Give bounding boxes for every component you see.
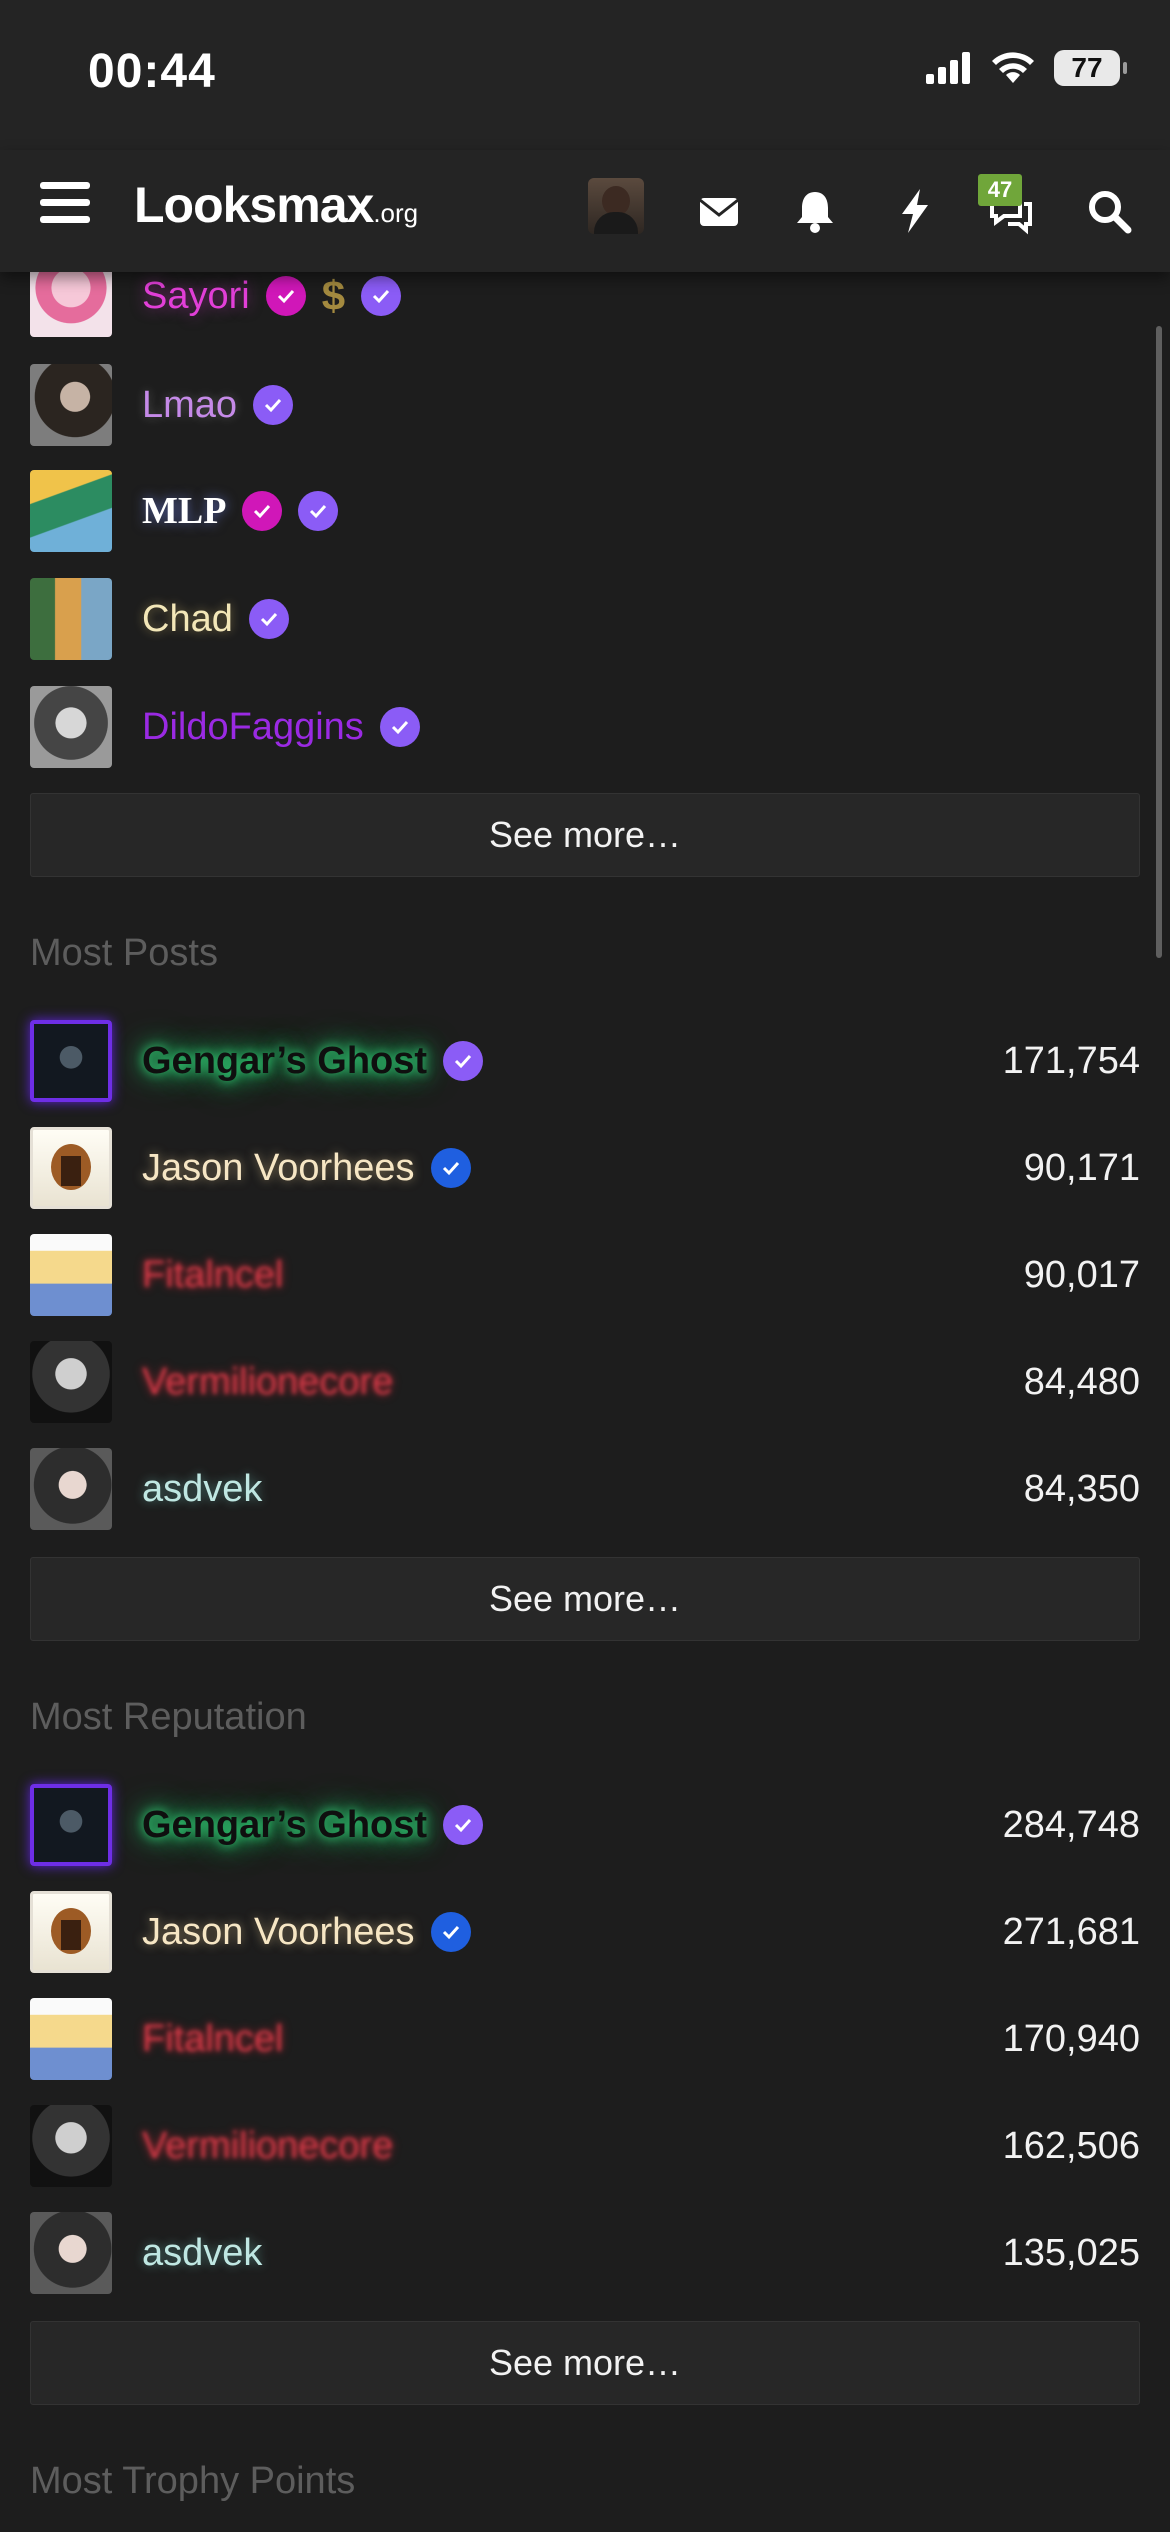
member-name[interactable]: Gengar’s Ghost <box>142 1804 427 1847</box>
bolt-icon[interactable] <box>890 186 940 236</box>
member-stat: 135,025 <box>1002 2231 1140 2274</box>
avatar[interactable] <box>30 1341 112 1423</box>
verified-check-icon <box>379 707 420 747</box>
avatar[interactable] <box>30 2105 112 2187</box>
wifi-icon <box>992 52 1034 83</box>
member-stat: 271,681 <box>1002 1910 1140 1953</box>
verified-check-icon <box>298 491 339 531</box>
member-stat: 84,350 <box>1023 1467 1140 1510</box>
member-name[interactable]: DildoFaggins <box>142 706 364 749</box>
site-logo[interactable]: Looksmax.org <box>134 176 418 234</box>
list-item[interactable]: DildoFaggins <box>30 686 1140 768</box>
avatar[interactable] <box>30 1784 112 1866</box>
list-item[interactable]: Gengar’s Ghost 284,748 <box>30 1784 1140 1866</box>
member-name[interactable]: Jason Voorhees <box>142 1911 415 1954</box>
list-item[interactable]: Vermilionecore 162,506 <box>30 2105 1140 2187</box>
verified-check-icon <box>443 1805 484 1845</box>
verified-check-icon <box>430 1912 471 1952</box>
avatar[interactable] <box>30 686 112 768</box>
member-stat: 90,017 <box>1023 1253 1140 1296</box>
signal-icon <box>926 52 970 84</box>
list-item[interactable]: Fitalncel 170,940 <box>30 1998 1140 2080</box>
list-item[interactable]: asdvek 84,350 <box>30 1448 1140 1530</box>
menu-icon[interactable] <box>40 182 90 232</box>
member-name[interactable]: Gengar’s Ghost <box>142 1040 427 1083</box>
logo-text: Looksmax <box>134 177 374 233</box>
list-item[interactable]: Jason Voorhees 90,171 <box>30 1127 1140 1209</box>
see-more-button[interactable]: See more… <box>30 1557 1140 1641</box>
member-name[interactable]: Fitalncel <box>142 1254 284 1297</box>
list-item[interactable]: Gengar’s Ghost 171,754 <box>30 1020 1140 1102</box>
mail-icon[interactable] <box>694 186 744 236</box>
verified-check-icon <box>361 276 402 316</box>
conversations-badge: 47 <box>978 174 1022 206</box>
verified-check-icon <box>265 276 306 316</box>
list-item[interactable]: Lmao <box>30 364 1140 446</box>
verified-check-icon <box>430 1148 471 1188</box>
list-item[interactable]: Chad <box>30 578 1140 660</box>
see-more-button[interactable]: See more… <box>30 2321 1140 2405</box>
dollar-icon: $ <box>321 272 346 319</box>
member-stat: 84,480 <box>1023 1360 1140 1403</box>
member-name[interactable]: Sayori <box>142 275 250 318</box>
avatar[interactable] <box>30 1891 112 1973</box>
battery-icon: 77 <box>1054 50 1127 86</box>
avatar[interactable] <box>30 1448 112 1530</box>
section-title-most-posts: Most Posts <box>30 932 218 974</box>
member-stat: 170,940 <box>1002 2017 1140 2060</box>
search-icon[interactable] <box>1084 186 1134 236</box>
avatar[interactable] <box>30 470 112 552</box>
member-name[interactable]: Fitalncel <box>142 2018 284 2061</box>
status-icons: 77 <box>926 50 1127 86</box>
status-time: 00:44 <box>88 45 216 98</box>
member-name[interactable]: asdvek <box>142 2232 262 2275</box>
avatar[interactable] <box>30 364 112 446</box>
member-stat: 171,754 <box>1002 1039 1140 1082</box>
avatar[interactable] <box>30 1127 112 1209</box>
member-name[interactable]: Lmao <box>142 384 237 427</box>
member-name[interactable]: Jason Voorhees <box>142 1147 415 1190</box>
list-item[interactable]: Jason Voorhees 271,681 <box>30 1891 1140 1973</box>
member-stat: 284,748 <box>1002 1803 1140 1846</box>
section-title-most-trophy-points: Most Trophy Points <box>30 2460 356 2502</box>
verified-check-icon <box>443 1041 484 1081</box>
avatar[interactable] <box>30 1998 112 2080</box>
list-item[interactable]: Vermilionecore 84,480 <box>30 1341 1140 1423</box>
battery-level: 77 <box>1071 52 1103 83</box>
top-nav: Looksmax.org 47 <box>0 150 1170 272</box>
avatar[interactable] <box>30 1020 112 1102</box>
user-avatar[interactable] <box>588 178 644 234</box>
bell-icon[interactable] <box>790 186 840 236</box>
scrollbar[interactable] <box>1156 326 1162 958</box>
member-name[interactable]: Vermilionecore <box>142 2125 393 2168</box>
verified-check-icon <box>242 491 283 531</box>
avatar[interactable] <box>30 578 112 660</box>
member-stat: 90,171 <box>1023 1146 1140 1189</box>
verified-check-icon <box>248 599 289 639</box>
member-name[interactable]: MLP <box>142 489 226 533</box>
member-name[interactable]: Vermilionecore <box>142 1361 393 1404</box>
member-stat: 162,506 <box>1002 2124 1140 2167</box>
status-bar: 00:44 77 <box>0 0 1170 150</box>
logo-suffix: .org <box>373 198 419 228</box>
see-more-button[interactable]: See more… <box>30 793 1140 877</box>
member-name[interactable]: Chad <box>142 598 233 641</box>
list-item[interactable]: asdvek 135,025 <box>30 2212 1140 2294</box>
avatar[interactable] <box>30 2212 112 2294</box>
verified-check-icon <box>253 385 294 425</box>
list-item[interactable]: Fitalncel 90,017 <box>30 1234 1140 1316</box>
avatar[interactable] <box>30 1234 112 1316</box>
section-title-most-reputation: Most Reputation <box>30 1696 307 1738</box>
list-item[interactable]: MLP <box>30 470 1140 552</box>
member-name[interactable]: asdvek <box>142 1468 262 1511</box>
